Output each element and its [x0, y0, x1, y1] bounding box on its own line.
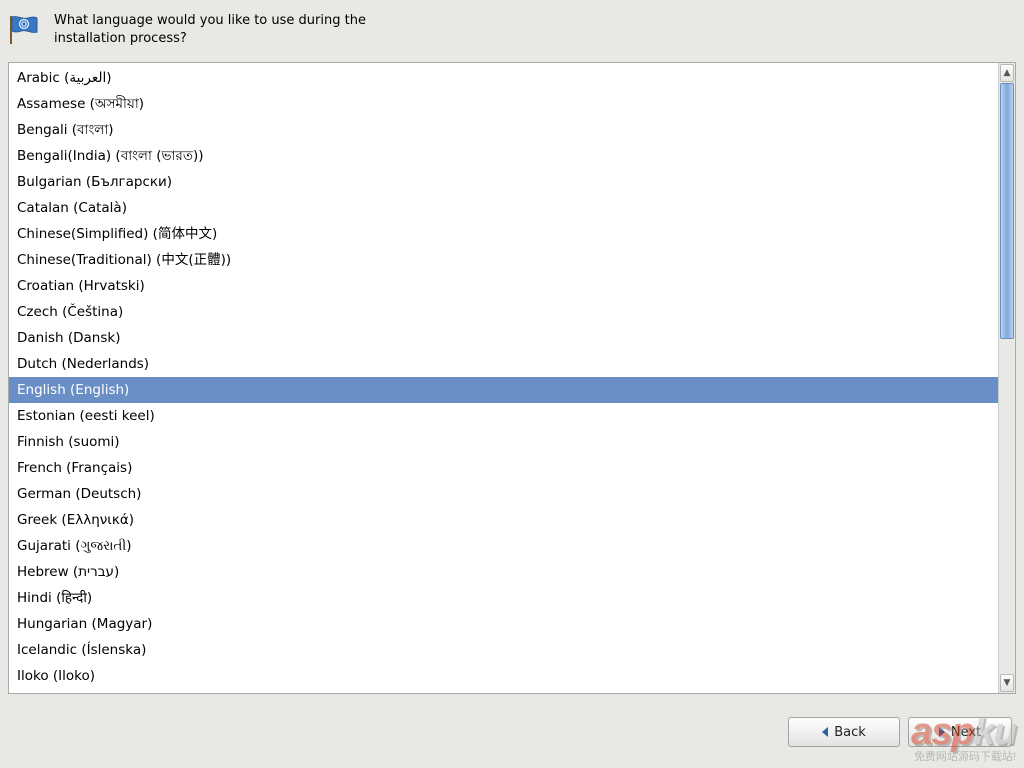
back-button-label: Back [834, 725, 866, 740]
header: What language would you like to use duri… [8, 8, 1016, 62]
language-option[interactable]: Assamese (অসমীয়া) [9, 91, 998, 117]
language-option[interactable]: Estonian (eesti keel) [9, 403, 998, 429]
scrollbar[interactable]: ▲ ▼ [998, 63, 1015, 693]
next-button[interactable]: Next [908, 717, 1012, 747]
language-option[interactable]: Bulgarian (Български) [9, 169, 998, 195]
language-option[interactable]: Croatian (Hrvatski) [9, 273, 998, 299]
language-option[interactable]: Hindi (हिन्दी) [9, 585, 998, 611]
language-option[interactable]: Iloko (Iloko) [9, 663, 998, 689]
arrow-left-icon [822, 727, 828, 737]
prompt-text: What language would you like to use duri… [54, 12, 366, 48]
footer: Back Next aspku 免费网站源码下载站! [8, 694, 1016, 760]
language-list[interactable]: Arabic (العربية)Assamese (অসমীয়া)Bengal… [9, 63, 998, 693]
language-option[interactable]: Icelandic (Íslenska) [9, 637, 998, 663]
scroll-thumb[interactable] [1000, 83, 1014, 339]
language-option[interactable]: Danish (Dansk) [9, 325, 998, 351]
language-option[interactable]: Greek (Ελληνικά) [9, 507, 998, 533]
language-option[interactable]: Chinese(Simplified) (简体中文) [9, 221, 998, 247]
language-option[interactable]: Dutch (Nederlands) [9, 351, 998, 377]
language-option[interactable]: Bengali(India) (বাংলা (ভারত)) [9, 143, 998, 169]
language-option[interactable]: Chinese(Traditional) (中文(正體)) [9, 247, 998, 273]
language-list-container: Arabic (العربية)Assamese (অসমীয়া)Bengal… [8, 62, 1016, 694]
language-flag-icon [8, 14, 40, 46]
language-option[interactable]: Bengali (বাংলা) [9, 117, 998, 143]
language-option[interactable]: Hungarian (Magyar) [9, 611, 998, 637]
language-option[interactable]: Gujarati (ગુજરાતી) [9, 533, 998, 559]
language-option[interactable]: French (Français) [9, 455, 998, 481]
arrow-right-icon [939, 727, 945, 737]
language-option[interactable]: Czech (Čeština) [9, 299, 998, 325]
scroll-up-button[interactable]: ▲ [1000, 64, 1014, 82]
language-option[interactable]: Hebrew (עברית) [9, 559, 998, 585]
scroll-down-button[interactable]: ▼ [1000, 674, 1014, 692]
next-button-label: Next [951, 725, 981, 740]
language-option[interactable]: Indonesian (Indonesia) [9, 689, 998, 693]
language-option[interactable]: English (English) [9, 377, 998, 403]
back-button[interactable]: Back [788, 717, 900, 747]
language-option[interactable]: Catalan (Català) [9, 195, 998, 221]
language-option[interactable]: Arabic (العربية) [9, 65, 998, 91]
language-option[interactable]: Finnish (suomi) [9, 429, 998, 455]
scroll-track[interactable] [1000, 83, 1014, 673]
language-option[interactable]: German (Deutsch) [9, 481, 998, 507]
